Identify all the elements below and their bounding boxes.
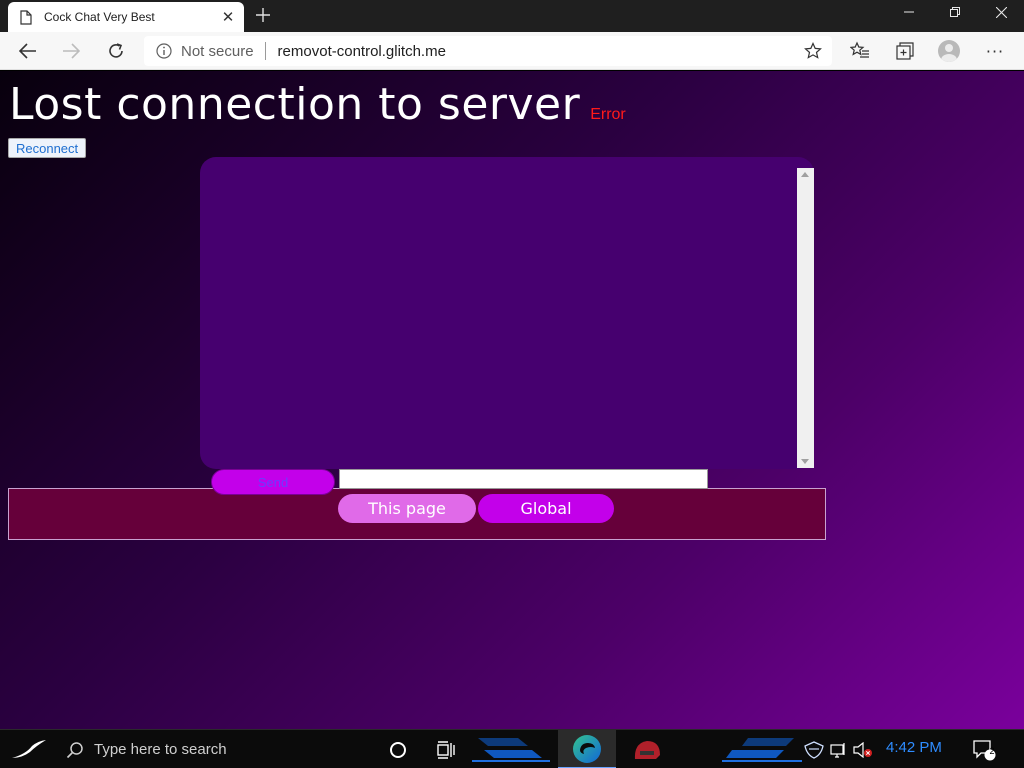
collections-icon[interactable]: [895, 41, 915, 61]
new-tab-icon[interactable]: [252, 4, 274, 26]
address-separator: [264, 42, 266, 60]
favorites-icon[interactable]: [850, 41, 870, 61]
taskbar-decoration-left: [472, 738, 550, 762]
browser-tab[interactable]: Cock Chat Very Best ✕: [8, 2, 244, 32]
address-bar[interactable]: Not secure removot-control.glitch.me: [144, 36, 832, 66]
page-heading: Lost connection to server Error: [9, 79, 626, 130]
send-button[interactable]: Send: [211, 469, 335, 495]
start-logo-icon: [12, 739, 46, 758]
chat-scrollbar[interactable]: [797, 168, 814, 468]
restore-icon[interactable]: [932, 0, 978, 24]
close-window-icon[interactable]: [978, 0, 1024, 24]
page-icon: [20, 9, 32, 25]
web-page: Lost connection to server Error Reconnect: [0, 71, 1024, 729]
connection-status-title: Lost connection to server: [9, 79, 581, 130]
taskbar-clock[interactable]: 4:42 PM: [886, 739, 942, 756]
security-label: Not secure: [181, 42, 254, 60]
network-icon[interactable]: [828, 730, 850, 768]
error-label: Error: [590, 106, 626, 123]
browser-title-bar: Cock Chat Very Best ✕: [0, 0, 1024, 32]
window-controls: [886, 0, 1024, 32]
notification-count: 2: [989, 746, 995, 756]
scroll-down-icon[interactable]: [801, 459, 809, 464]
browser-toolbar: Not secure removot-control.glitch.me ···: [0, 32, 1024, 70]
search-placeholder: Type here to search: [94, 741, 227, 758]
notification-center-icon[interactable]: 2: [968, 730, 1000, 768]
edge-taskbar-icon[interactable]: [558, 730, 616, 768]
minimize-icon[interactable]: [886, 0, 932, 24]
taskbar-decoration-right: [722, 738, 802, 762]
chat-messages-area: [200, 157, 814, 469]
info-icon[interactable]: [156, 43, 172, 59]
cortana-icon[interactable]: [384, 730, 412, 768]
windows-taskbar: Type here to search 4:42 PM 2: [0, 729, 1024, 768]
task-view-icon[interactable]: [432, 730, 460, 768]
forward-icon[interactable]: [57, 37, 85, 65]
message-input[interactable]: [339, 469, 708, 489]
profile-avatar[interactable]: [938, 40, 960, 62]
shield-icon[interactable]: [802, 730, 826, 768]
url-text[interactable]: removot-control.glitch.me: [278, 43, 804, 60]
favorite-star-icon[interactable]: [804, 42, 822, 60]
tab-this-page[interactable]: This page: [338, 494, 476, 523]
app-taskbar-icon[interactable]: [618, 730, 676, 768]
refresh-icon[interactable]: [102, 37, 130, 65]
tab-title: Cock Chat Very Best: [44, 10, 155, 24]
more-options-icon[interactable]: ···: [984, 41, 1006, 61]
scroll-up-icon[interactable]: [801, 172, 809, 177]
search-icon: [66, 741, 83, 758]
taskbar-search[interactable]: Type here to search: [60, 730, 360, 768]
close-tab-icon[interactable]: ✕: [220, 8, 236, 26]
tab-global[interactable]: Global: [478, 494, 614, 523]
volume-muted-icon[interactable]: [852, 730, 874, 768]
back-icon[interactable]: [14, 37, 42, 65]
reconnect-button[interactable]: Reconnect: [8, 138, 87, 158]
start-button[interactable]: [0, 730, 56, 768]
